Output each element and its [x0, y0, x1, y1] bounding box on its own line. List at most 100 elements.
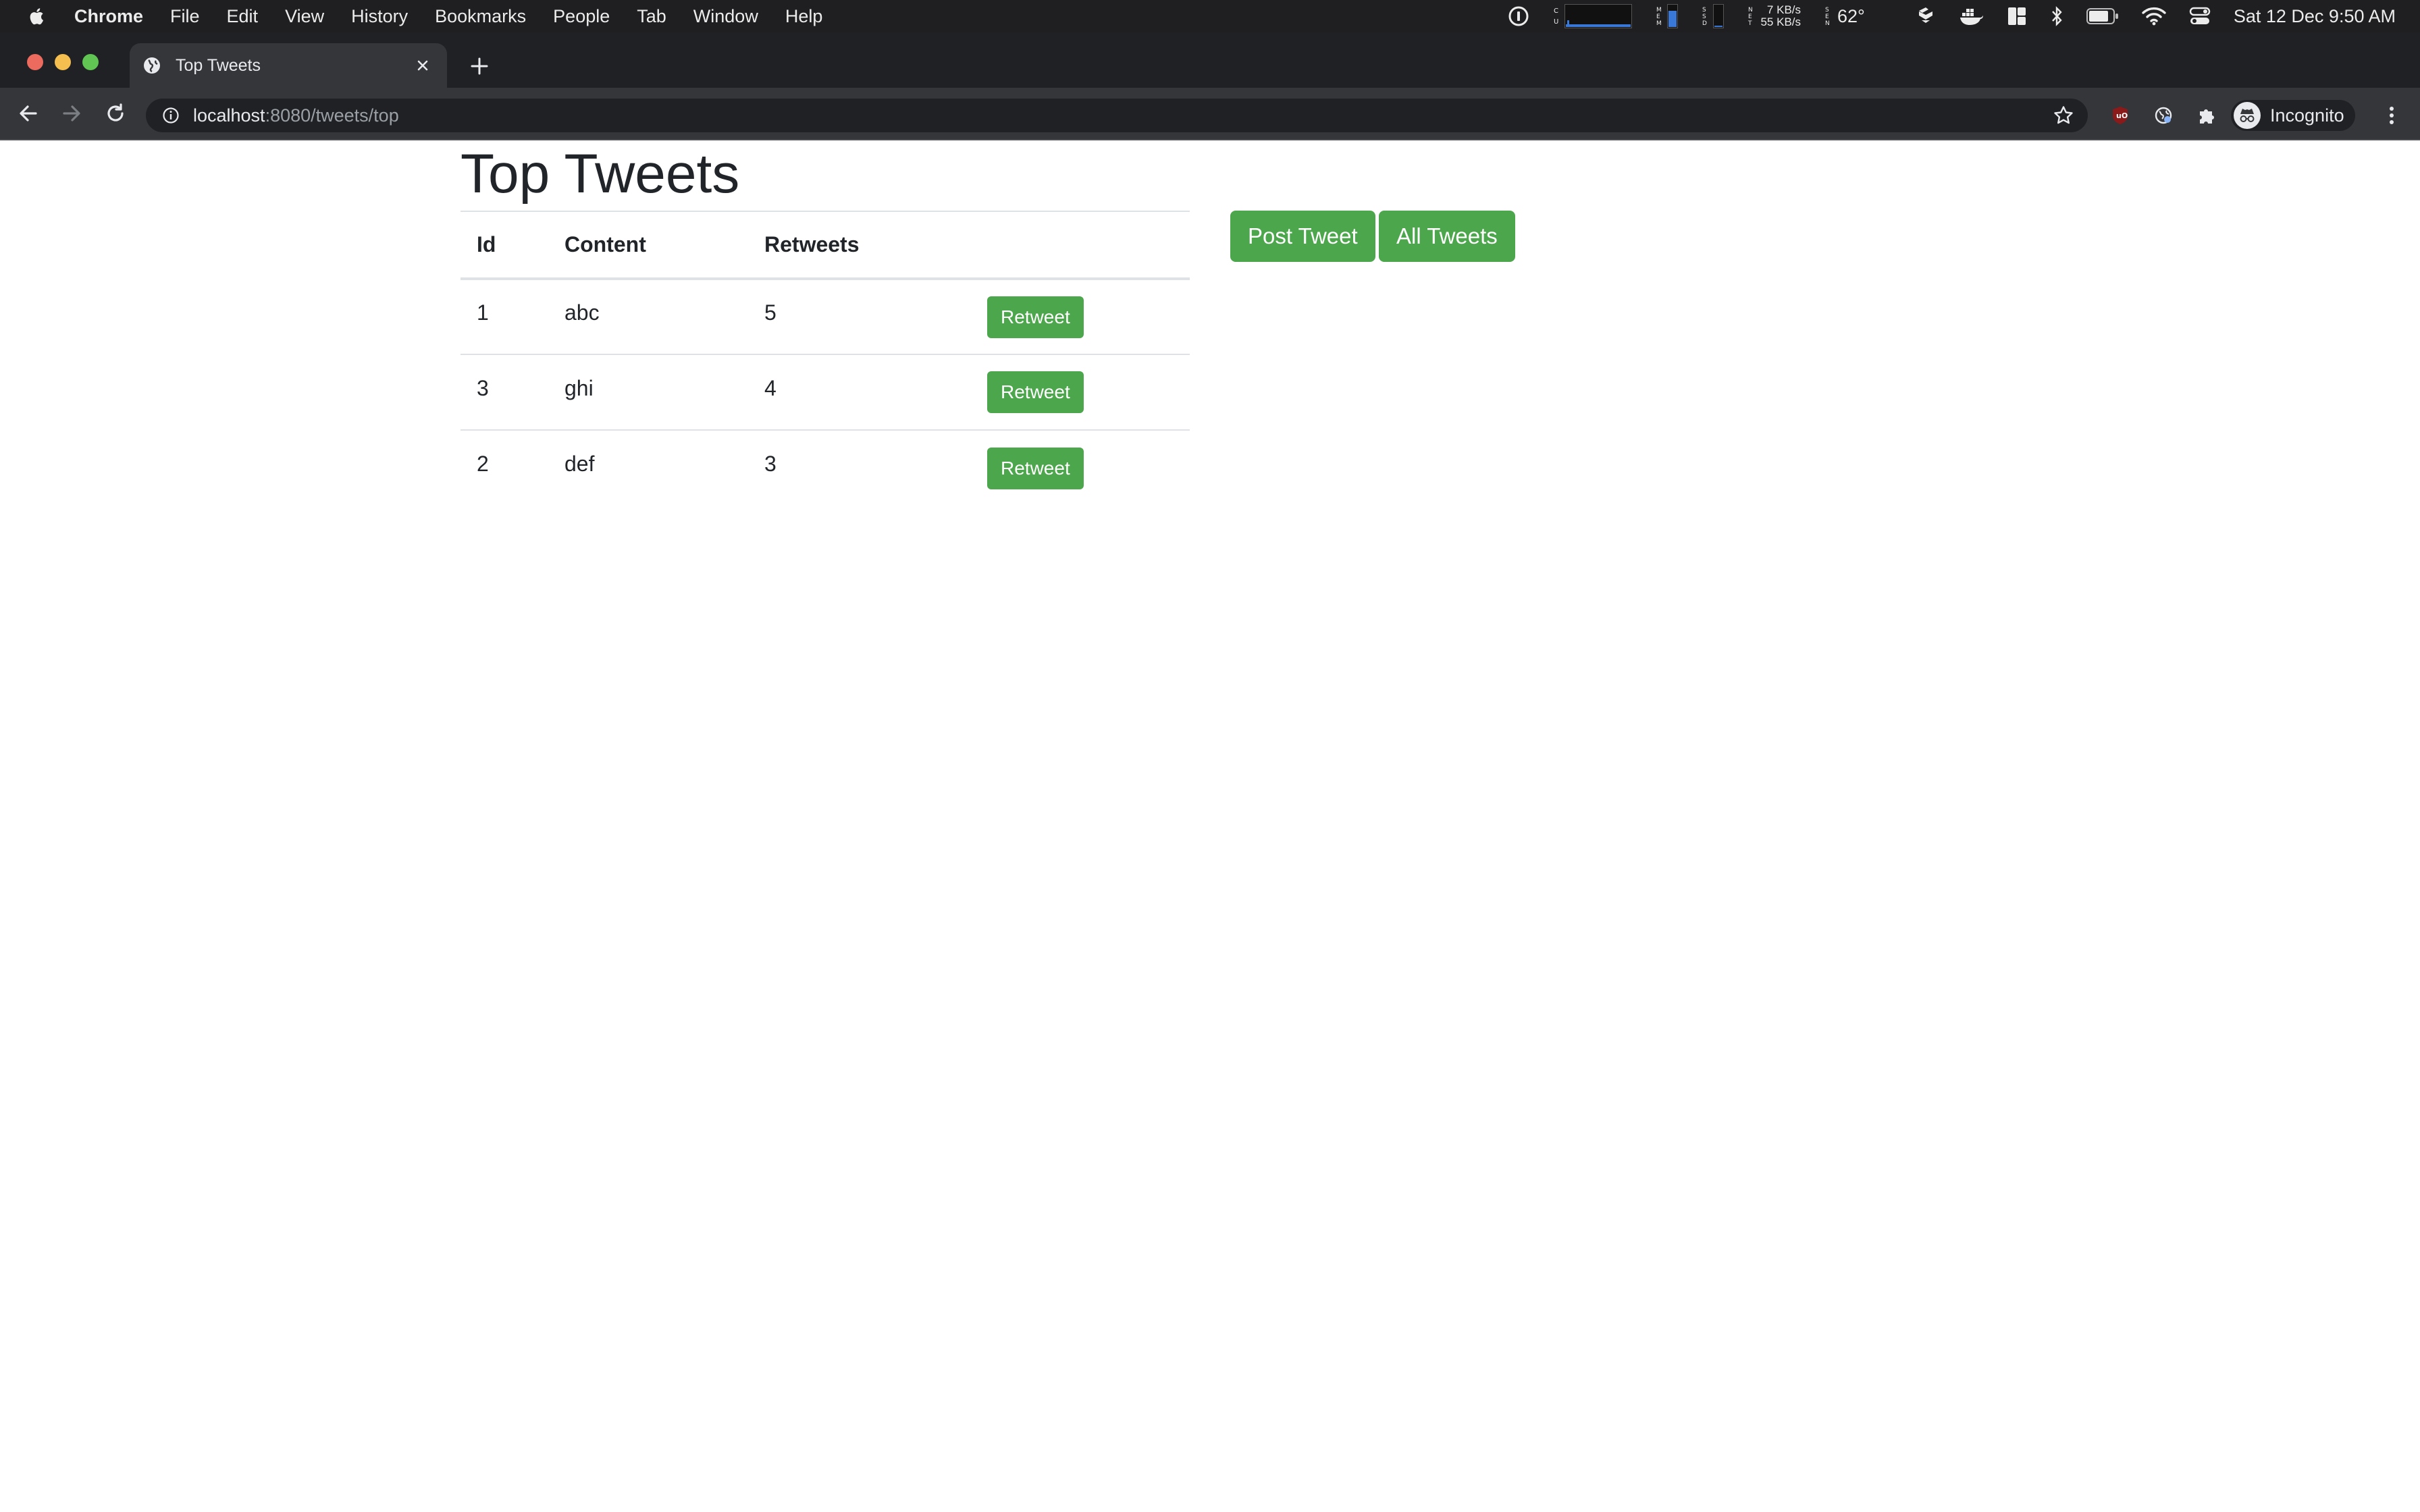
retweet-button[interactable]: Retweet — [987, 371, 1084, 413]
svg-text:D: D — [1702, 20, 1707, 27]
tab-top-tweets[interactable]: Top Tweets — [130, 43, 447, 88]
network-up: 7 KB/s — [1766, 3, 1801, 16]
tweet-content: def — [564, 452, 595, 476]
tweet-content: abc — [564, 300, 600, 325]
info-icon[interactable] — [161, 105, 181, 126]
svg-text:N: N — [1748, 7, 1753, 14]
column-header-content: Content — [548, 211, 748, 280]
retweet-button[interactable]: Retweet — [987, 296, 1084, 338]
column-header-action — [971, 211, 1190, 280]
menu-history[interactable]: History — [351, 0, 408, 32]
menu-people[interactable]: People — [553, 0, 610, 32]
reload-icon[interactable] — [101, 99, 130, 128]
menu-app-name[interactable]: Chrome — [74, 0, 143, 32]
column-header-retweets: Retweets — [748, 211, 971, 280]
svg-text:U: U — [1554, 18, 1558, 26]
all-tweets-button[interactable]: All Tweets — [1379, 211, 1515, 262]
menu-bookmarks[interactable]: Bookmarks — [435, 0, 526, 32]
memory-meter-icon[interactable]: MEM — [1655, 0, 1679, 32]
tweet-id: 2 — [477, 452, 489, 476]
menu-edit[interactable]: Edit — [227, 0, 259, 32]
sensor-icon[interactable]: SEN 62° — [1824, 0, 1865, 32]
page-content: Top Tweets Id Content Retweets 1 abc 5 R… — [0, 140, 2420, 1512]
tweets-table: Id Content Retweets 1 abc 5 Retweet 3 gh… — [461, 211, 1190, 506]
tweet-retweet-count: 5 — [764, 300, 777, 325]
post-tweet-button[interactable]: Post Tweet — [1230, 211, 1375, 262]
column-header-id: Id — [461, 211, 548, 280]
menu-help[interactable]: Help — [785, 0, 823, 32]
table-header-row: Id Content Retweets — [461, 211, 1190, 280]
svg-text:E: E — [1656, 14, 1660, 20]
control-center-icon[interactable] — [2189, 0, 2211, 32]
window-minimize-button[interactable] — [55, 54, 71, 70]
docker-icon[interactable] — [1959, 0, 1984, 32]
magnet-icon[interactable] — [2007, 0, 2027, 32]
menu-window[interactable]: Window — [693, 0, 758, 32]
cell-content: def — [548, 430, 748, 506]
cell-id: 1 — [461, 279, 548, 355]
kebab-menu-icon[interactable] — [2377, 101, 2406, 130]
window-close-button[interactable] — [27, 54, 43, 70]
svg-text:T: T — [1747, 20, 1752, 27]
window-zoom-button[interactable] — [82, 54, 99, 70]
svg-text:N: N — [1825, 20, 1830, 27]
cell-id: 3 — [461, 354, 548, 431]
extension-globe-icon[interactable] — [2149, 101, 2178, 130]
wifi-icon[interactable] — [2142, 0, 2166, 32]
svg-text:M: M — [1656, 7, 1662, 14]
close-icon[interactable] — [409, 52, 436, 79]
disk-meter-icon[interactable]: SSD — [1701, 0, 1725, 32]
forward-arrow-icon[interactable] — [57, 99, 86, 128]
menu-tab[interactable]: Tab — [637, 0, 666, 32]
bluetooth-icon[interactable] — [2050, 0, 2063, 32]
menubar-clock[interactable]: Sat 12 Dec 9:50 AM — [2234, 6, 2396, 27]
plus-icon[interactable] — [465, 51, 494, 81]
cell-action: Retweet — [971, 430, 1190, 506]
ublock-icon[interactable]: uO — [2105, 101, 2135, 130]
table-row: 2 def 3 Retweet — [461, 430, 1190, 506]
back-arrow-icon[interactable] — [14, 99, 43, 128]
svg-text:C: C — [1554, 7, 1558, 15]
cell-content: ghi — [548, 354, 748, 431]
network-meter-icon[interactable]: NET 7 KB/s 55 KB/s — [1747, 0, 1801, 32]
retweet-button[interactable]: Retweet — [987, 447, 1084, 489]
svg-text:M: M — [1656, 20, 1662, 27]
tweet-retweet-count: 3 — [764, 452, 777, 476]
cell-retweets: 3 — [748, 430, 971, 506]
svg-text:S: S — [1825, 7, 1829, 14]
url-text[interactable]: localhost:8080/tweets/top — [193, 105, 399, 126]
cell-action: Retweet — [971, 354, 1190, 431]
puzzle-icon[interactable] — [2192, 101, 2221, 130]
incognito-profile-button[interactable]: Incognito — [2231, 100, 2355, 131]
table-row: 3 ghi 4 Retweet — [461, 354, 1190, 431]
onepassword-icon[interactable] — [1508, 0, 1529, 32]
globe-favicon-icon — [142, 55, 162, 76]
address-bar[interactable]: localhost:8080/tweets/top — [146, 99, 2088, 132]
profile-label: Incognito — [2270, 105, 2344, 126]
menu-file[interactable]: File — [170, 0, 200, 32]
svg-text:E: E — [1825, 14, 1829, 20]
cell-content: abc — [548, 279, 748, 355]
svg-text:S: S — [1702, 14, 1706, 20]
table-row: 1 abc 5 Retweet — [461, 279, 1190, 355]
star-icon[interactable] — [2051, 103, 2076, 128]
incognito-icon — [2234, 102, 2261, 129]
battery-icon[interactable] — [2086, 0, 2119, 32]
cell-retweets: 4 — [748, 354, 971, 431]
cell-retweets: 5 — [748, 279, 971, 355]
tweet-retweet-count: 4 — [764, 375, 777, 400]
cpu-meter-icon[interactable]: CU — [1552, 0, 1633, 32]
tweet-id: 1 — [477, 300, 489, 325]
network-down: 55 KB/s — [1760, 16, 1801, 28]
url-path: :8080/tweets/top — [265, 105, 399, 126]
tweet-id: 3 — [477, 375, 489, 400]
tweet-content: ghi — [564, 375, 594, 400]
menu-view[interactable]: View — [285, 0, 324, 32]
menu-bar: Chrome File Edit View History Bookmarks … — [0, 0, 2420, 32]
temperature-readout: 62° — [1837, 5, 1865, 26]
dropbox-icon[interactable] — [1915, 0, 1937, 32]
tab-title: Top Tweets — [176, 55, 261, 75]
cell-action: Retweet — [971, 279, 1190, 355]
apple-icon[interactable] — [27, 5, 47, 28]
cell-id: 2 — [461, 430, 548, 506]
